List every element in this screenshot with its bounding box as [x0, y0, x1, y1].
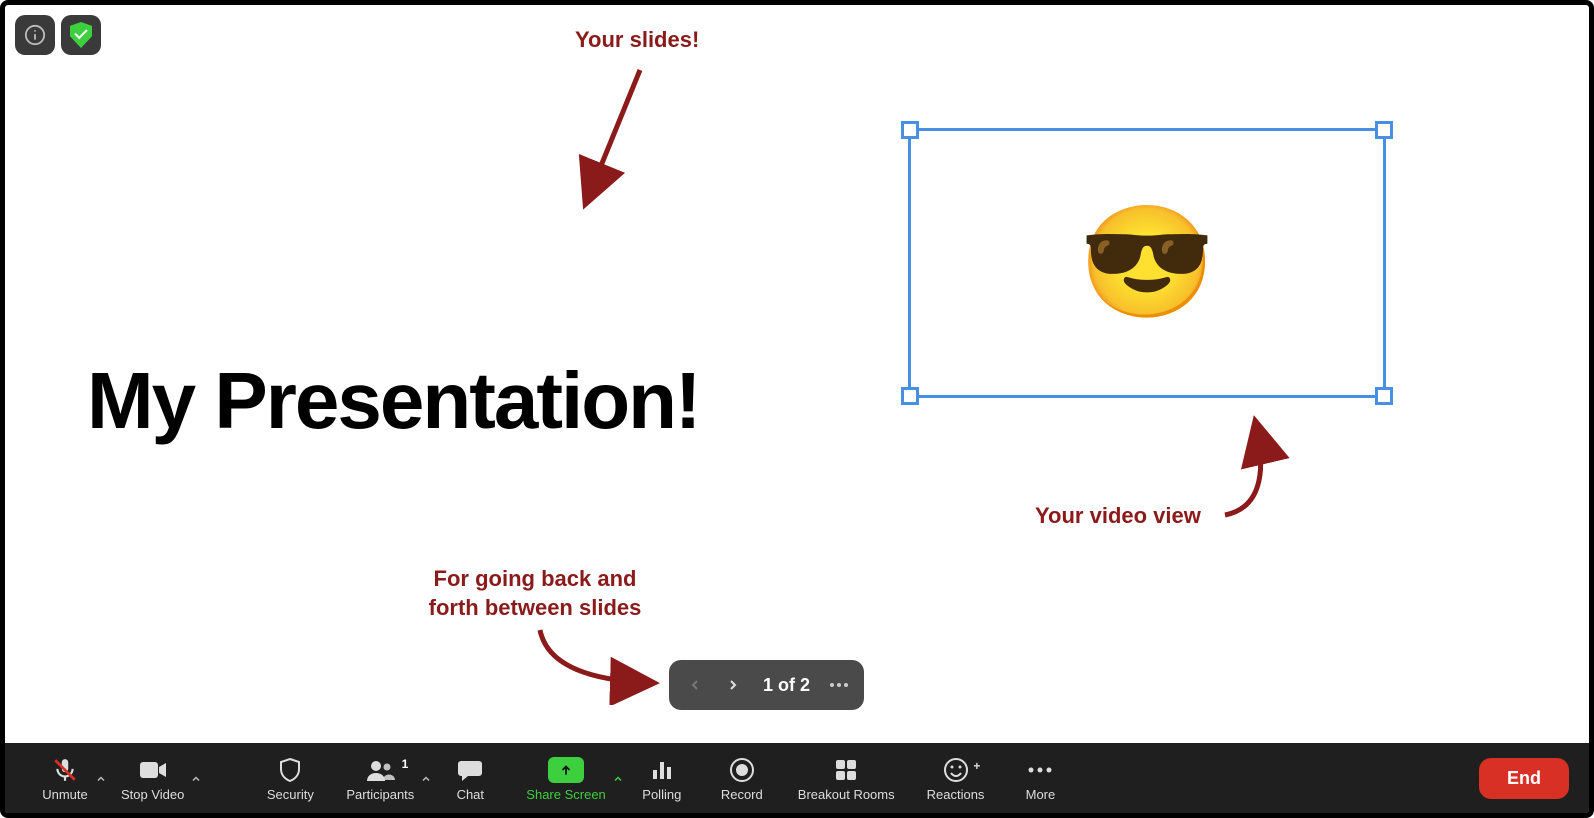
- reactions-plus-badge: +: [973, 759, 980, 773]
- chevron-right-icon: [725, 677, 741, 693]
- participants-icon: [365, 759, 395, 781]
- stop-video-label: Stop Video: [121, 787, 184, 802]
- record-label: Record: [721, 787, 763, 802]
- record-button[interactable]: Record: [702, 755, 782, 802]
- share-screen-label: Share Screen: [526, 787, 606, 802]
- ellipsis-icon: [1027, 766, 1053, 774]
- breakout-label: Breakout Rooms: [798, 787, 895, 802]
- annotation-video-label: Your video view: [1035, 503, 1201, 529]
- meeting-info-button[interactable]: [15, 15, 55, 55]
- encryption-shield-button[interactable]: [61, 15, 101, 55]
- end-meeting-button[interactable]: End: [1479, 758, 1569, 799]
- self-video-frame[interactable]: 😎: [908, 128, 1386, 398]
- avatar-emoji: 😎: [1079, 208, 1216, 318]
- microphone-muted-icon: [52, 757, 78, 783]
- annotation-video-arrow: [1205, 405, 1295, 525]
- annotation-nav-arrow: [525, 615, 685, 705]
- breakout-rooms-button[interactable]: Breakout Rooms: [782, 755, 911, 802]
- annotation-nav-label: For going back and forth between slides: [405, 565, 665, 622]
- resize-handle-bottom-left[interactable]: [901, 387, 919, 405]
- bar-chart-icon: [650, 758, 674, 782]
- annotation-slides-label: Your slides!: [575, 27, 699, 53]
- reactions-label: Reactions: [927, 787, 985, 802]
- resize-handle-top-right[interactable]: [1375, 121, 1393, 139]
- chat-bubble-icon: [457, 758, 483, 782]
- slide-next-button[interactable]: [719, 671, 747, 699]
- chat-label: Chat: [457, 787, 484, 802]
- smiley-icon: [943, 757, 969, 783]
- slide-title: My Presentation!: [87, 355, 700, 447]
- more-button[interactable]: More: [1000, 755, 1080, 802]
- chat-button[interactable]: Chat: [430, 755, 510, 802]
- participants-button[interactable]: 1 Participants: [330, 755, 430, 802]
- polling-label: Polling: [642, 787, 681, 802]
- video-camera-icon: [139, 760, 167, 780]
- more-label: More: [1026, 787, 1056, 802]
- top-left-controls: [15, 15, 101, 55]
- share-screen-icon: [548, 757, 584, 783]
- participants-label: Participants: [346, 787, 414, 802]
- meeting-toolbar: Unmute Stop Video Security 1: [5, 743, 1589, 813]
- record-icon: [729, 757, 755, 783]
- annotation-nav-line1: For going back and: [434, 566, 637, 591]
- share-screen-button[interactable]: Share Screen: [510, 755, 622, 802]
- zoom-window: My Presentation! Your slides! For going …: [0, 0, 1594, 818]
- stop-video-button[interactable]: Stop Video: [105, 755, 200, 802]
- annotation-slides-arrow: [555, 55, 695, 225]
- chevron-left-icon: [687, 677, 703, 693]
- security-button[interactable]: Security: [250, 755, 330, 802]
- shield-check-icon: [70, 22, 92, 48]
- unmute-label: Unmute: [42, 787, 88, 802]
- slide-nav-more-button[interactable]: [826, 683, 852, 687]
- participants-count: 1: [402, 757, 409, 771]
- resize-handle-bottom-right[interactable]: [1375, 387, 1393, 405]
- slide-nav-pill: 1 of 2: [669, 660, 864, 710]
- reactions-button[interactable]: + Reactions: [911, 755, 1001, 802]
- video-options-chevron[interactable]: [190, 773, 202, 785]
- polling-button[interactable]: Polling: [622, 755, 702, 802]
- slide-prev-button[interactable]: [681, 671, 709, 699]
- grid-icon: [834, 758, 858, 782]
- resize-handle-top-left[interactable]: [901, 121, 919, 139]
- security-label: Security: [267, 787, 314, 802]
- slide-counter: 1 of 2: [757, 675, 816, 696]
- shield-icon: [278, 757, 302, 783]
- chevron-up-icon: [190, 773, 202, 785]
- unmute-button[interactable]: Unmute: [25, 755, 105, 802]
- info-icon: [24, 24, 46, 46]
